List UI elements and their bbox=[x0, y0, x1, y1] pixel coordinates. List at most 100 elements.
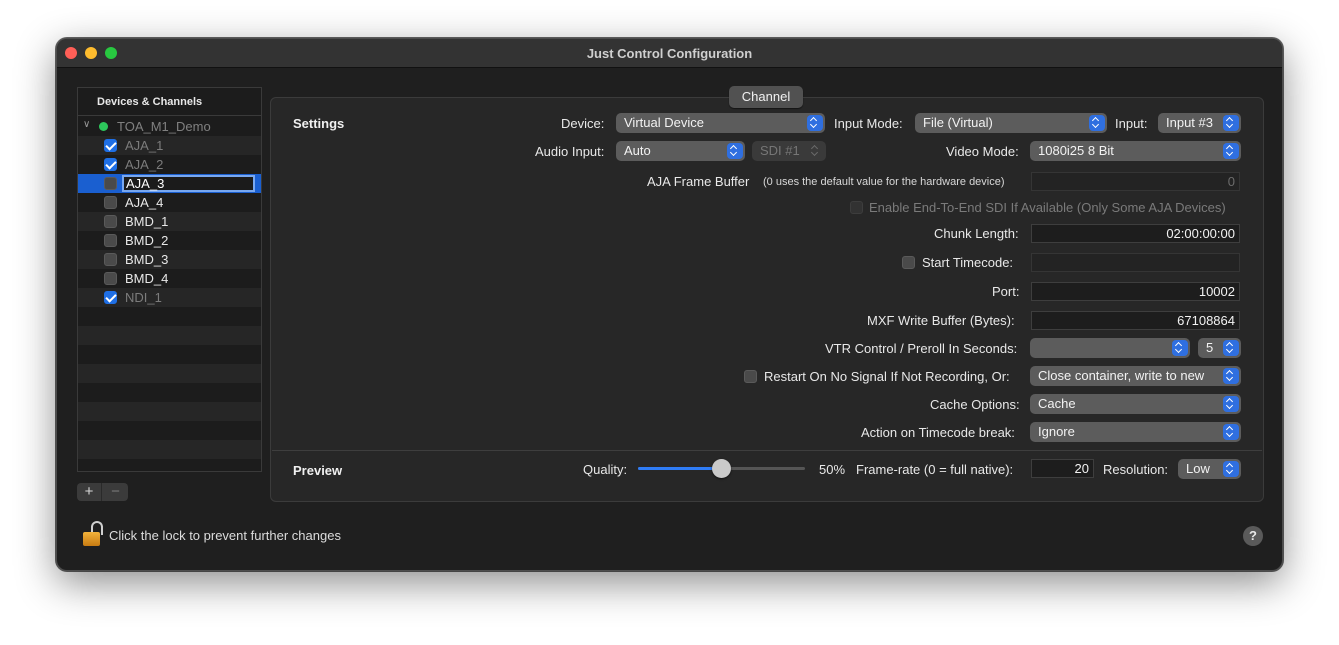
device-checkbox[interactable] bbox=[104, 215, 117, 228]
vtr-control-label: VTR Control / Preroll In Seconds: bbox=[825, 341, 1018, 356]
e2e-label: Enable End-To-End SDI If Available (Only… bbox=[869, 200, 1226, 215]
sidebar-item-aja-1[interactable]: AJA_1 bbox=[78, 136, 261, 155]
sidebar-item-label: AJA_1 bbox=[125, 138, 164, 153]
chevron-updown-icon bbox=[1223, 396, 1239, 412]
start-timecode-label: Start Timecode: bbox=[922, 255, 1014, 270]
status-dot bbox=[99, 122, 108, 131]
remove-device-button[interactable]: − bbox=[103, 483, 128, 501]
window-title: Just Control Configuration bbox=[586, 46, 753, 61]
device-name-edit-field[interactable]: AJA_3 bbox=[122, 175, 255, 192]
chevron-updown-icon bbox=[1223, 368, 1239, 384]
video-mode-popup[interactable]: 1080i25 8 Bit bbox=[1030, 141, 1241, 161]
sidebar-item-aja-2[interactable]: AJA_2 bbox=[78, 155, 261, 174]
sidebar-item-label: BMD_3 bbox=[125, 252, 169, 267]
app-window: Just Control Configuration Devices & Cha… bbox=[56, 38, 1283, 571]
preview-title: Preview bbox=[293, 463, 343, 478]
lock-message: Click the lock to prevent further change… bbox=[109, 528, 341, 543]
sidebar-group-row[interactable]: ∨ TOA_M1_Demo bbox=[78, 117, 261, 136]
cache-options-popup[interactable]: Cache bbox=[1030, 394, 1241, 414]
timecode-break-popup[interactable]: Ignore bbox=[1030, 422, 1241, 442]
input-label: Input: bbox=[1115, 116, 1148, 131]
mxf-buffer-field[interactable]: 67108864 bbox=[1031, 311, 1240, 330]
restart-checkbox[interactable] bbox=[744, 370, 757, 383]
framerate-field[interactable]: 20 bbox=[1031, 459, 1094, 478]
tab-channel[interactable]: Channel bbox=[729, 86, 803, 108]
chevron-updown-icon bbox=[1223, 143, 1239, 159]
device-checkbox[interactable] bbox=[104, 158, 117, 171]
sidebar-item-label: BMD_4 bbox=[125, 271, 169, 286]
start-timecode-field[interactable] bbox=[1031, 253, 1240, 272]
resolution-label: Resolution: bbox=[1103, 462, 1169, 477]
slider-fill bbox=[638, 467, 722, 470]
title-bar[interactable]: Just Control Configuration bbox=[57, 39, 1282, 68]
video-mode-label: Video Mode: bbox=[946, 144, 1019, 159]
device-popup[interactable]: Virtual Device bbox=[616, 113, 825, 133]
sidebar-group-label: TOA_M1_Demo bbox=[117, 119, 211, 134]
sidebar-item-label: BMD_2 bbox=[125, 233, 169, 248]
device-checkbox[interactable] bbox=[104, 177, 117, 190]
device-checkbox[interactable] bbox=[104, 291, 117, 304]
quality-slider[interactable] bbox=[638, 458, 805, 478]
chevron-updown-icon bbox=[1223, 461, 1239, 477]
timecode-break-label: Action on Timecode break: bbox=[861, 425, 1015, 440]
device-checkbox[interactable] bbox=[104, 234, 117, 247]
list-header: Devices & Channels bbox=[78, 88, 261, 116]
slider-knob[interactable] bbox=[711, 459, 731, 478]
resolution-popup[interactable]: Low bbox=[1178, 459, 1241, 479]
frame-buffer-label: AJA Frame Buffer bbox=[647, 174, 750, 189]
sidebar-item-bmd-1[interactable]: BMD_1 bbox=[78, 212, 261, 231]
chevron-updown-icon bbox=[1223, 340, 1239, 356]
frame-buffer-hint: (0 uses the default value for the hardwa… bbox=[763, 176, 1005, 188]
restart-label: Restart On No Signal If Not Recording, O… bbox=[764, 369, 1010, 384]
port-field[interactable]: 10002 bbox=[1031, 282, 1240, 301]
section-divider bbox=[272, 450, 1262, 451]
sidebar-item-label: NDI_1 bbox=[125, 290, 162, 305]
chevron-down-icon[interactable]: ∨ bbox=[83, 119, 90, 130]
quality-percent: 50% bbox=[819, 462, 846, 477]
device-checkbox[interactable] bbox=[104, 253, 117, 266]
chevron-updown-icon bbox=[1172, 340, 1188, 356]
chevron-updown-icon bbox=[1223, 115, 1239, 131]
empty-row bbox=[78, 326, 261, 345]
input-mode-label: Input Mode: bbox=[834, 116, 903, 131]
chunk-length-label: Chunk Length: bbox=[934, 226, 1019, 241]
device-checkbox[interactable] bbox=[104, 139, 117, 152]
frame-buffer-field[interactable]: 0 bbox=[1031, 172, 1240, 191]
sidebar-item-aja-3[interactable]: AJA_3 bbox=[78, 174, 261, 193]
chevron-updown-icon bbox=[807, 115, 823, 131]
help-button[interactable]: ? bbox=[1243, 526, 1263, 546]
sidebar-item-label: BMD_1 bbox=[125, 214, 169, 229]
device-checkbox[interactable] bbox=[104, 272, 117, 285]
sidebar-item-ndi-1[interactable]: NDI_1 bbox=[78, 288, 261, 307]
chevron-updown-icon bbox=[1223, 424, 1239, 440]
preroll-popup[interactable]: 5 bbox=[1198, 338, 1241, 358]
port-label: Port: bbox=[992, 284, 1020, 299]
device-label: Device: bbox=[561, 116, 605, 131]
sidebar-item-label: AJA_2 bbox=[125, 157, 164, 172]
input-mode-popup[interactable]: File (Virtual) bbox=[915, 113, 1107, 133]
chunk-length-field[interactable]: 02:00:00:00 bbox=[1031, 224, 1240, 243]
restart-popup[interactable]: Close container, write to new bbox=[1030, 366, 1241, 386]
e2e-checkbox[interactable] bbox=[850, 201, 863, 214]
start-timecode-checkbox[interactable] bbox=[902, 256, 915, 269]
framerate-label: Frame-rate (0 = full native): bbox=[856, 462, 1014, 477]
lock-icon[interactable] bbox=[82, 520, 103, 550]
cache-options-label: Cache Options: bbox=[930, 397, 1020, 412]
settings-title: Settings bbox=[293, 116, 345, 131]
device-checkbox[interactable] bbox=[104, 196, 117, 209]
vtr-control-popup[interactable] bbox=[1030, 338, 1190, 358]
chevron-updown-icon bbox=[727, 143, 743, 159]
audio-input-label: Audio Input: bbox=[535, 144, 605, 159]
chevron-updown-icon bbox=[808, 143, 824, 159]
input-popup[interactable]: Input #3 bbox=[1158, 113, 1241, 133]
sdi-popup[interactable]: SDI #1 bbox=[752, 141, 826, 161]
sidebar-item-bmd-2[interactable]: BMD_2 bbox=[78, 231, 261, 250]
sidebar-item-bmd-3[interactable]: BMD_3 bbox=[78, 250, 261, 269]
add-device-button[interactable]: + bbox=[77, 483, 102, 501]
sidebar-item-bmd-4[interactable]: BMD_4 bbox=[78, 269, 261, 288]
sidebar-item-label: AJA_4 bbox=[125, 195, 164, 210]
audio-input-popup[interactable]: Auto bbox=[616, 141, 745, 161]
chevron-updown-icon bbox=[1089, 115, 1105, 131]
devices-channels-list[interactable]: Devices & Channels ∨ TOA_M1_Demo AJA_1 AJA_… bbox=[77, 87, 262, 472]
sidebar-item-aja-4[interactable]: AJA_4 bbox=[78, 193, 261, 212]
